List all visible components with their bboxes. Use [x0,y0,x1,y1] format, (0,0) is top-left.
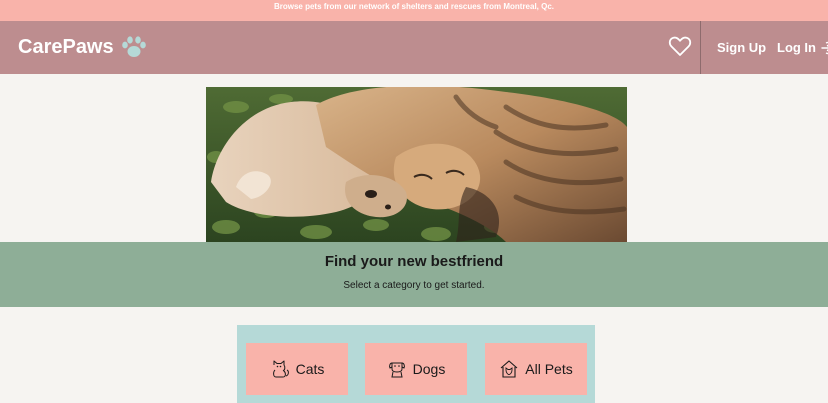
banner-text: Browse pets from our network of shelters… [273,2,555,11]
category-label: All Pets [525,361,573,377]
hero-image [206,87,627,242]
category-label: Cats [295,361,325,377]
category-panel: Cats Dogs All Pets [237,325,595,403]
cat-icon [272,360,289,378]
signup-link[interactable]: Sign Up [717,40,766,55]
paw-icon [121,36,146,57]
site-header: CarePaws Sign Up Log In [0,21,828,74]
category-button-all-pets[interactable]: All Pets [485,343,587,395]
pet-house-icon [500,360,518,378]
logo[interactable]: CarePaws [18,35,148,59]
category-label: Dogs [412,361,446,377]
category-button-dogs[interactable]: Dogs [365,343,467,395]
header-divider [700,21,701,74]
cat-and-dog-photo [206,87,627,242]
top-banner: Browse pets from our network of shelters… [0,0,828,21]
login-icon [821,41,828,54]
heart-icon[interactable] [668,35,692,57]
hero-title: Find your new bestfriend [324,253,504,270]
dog-icon [388,362,405,378]
hero-subtitle: Select a category to get started. [343,280,485,291]
logo-text: CarePaws [18,36,114,58]
login-label: Log In [777,40,816,55]
login-link[interactable]: Log In [777,40,828,55]
category-button-cats[interactable]: Cats [246,343,348,395]
hero-band: Find your new bestfriend Select a catego… [0,242,828,307]
